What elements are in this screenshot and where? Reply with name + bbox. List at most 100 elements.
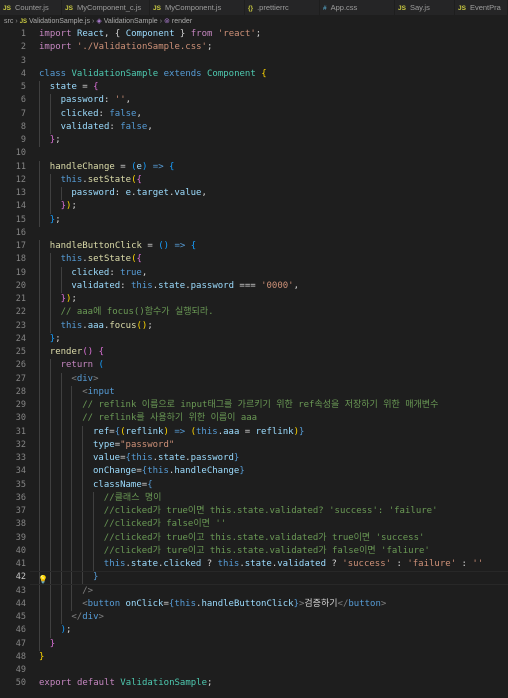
code-token: validated — [71, 280, 121, 291]
line-number: 7 — [20, 108, 26, 119]
code-line[interactable]: 20 validated: this.state.password === '00… — [0, 279, 508, 293]
breadcrumb-class[interactable]: ValidationSample — [104, 18, 158, 25]
indent-guide — [39, 465, 40, 479]
code-token: aaa — [87, 320, 104, 331]
code-line[interactable]: 12 this.setState({ — [0, 173, 508, 187]
indent-guide — [49, 518, 51, 532]
code-line[interactable]: 19 clicked: true, — [0, 266, 508, 280]
indent-guide — [39, 624, 40, 638]
code-text: render() { — [50, 346, 104, 359]
code-line[interactable]: 31 ref={(reflink) => (this.aaa = reflink)… — [0, 425, 508, 439]
code-line[interactable]: 36 //클래스 명이 — [0, 491, 508, 505]
indent-guide — [39, 279, 40, 293]
code-line[interactable]: 39 //clicked가 true이고 this.state.validated… — [0, 531, 508, 545]
tab-prettierrc[interactable]: {} .prettierrc — [245, 0, 320, 15]
code-line[interactable]: 44 <button onClick={this.handleButtonClic… — [0, 597, 508, 611]
code-line[interactable]: 10 — [0, 147, 508, 160]
code-token: handleChange — [49, 161, 115, 172]
code-token: from — [190, 29, 218, 39]
code-token: className — [93, 479, 142, 490]
code-line[interactable]: 8 validated: false, — [0, 120, 508, 134]
code-token: false — [109, 108, 137, 119]
code-line[interactable]: 7 clicked: false, — [0, 107, 508, 121]
code-line[interactable]: 37 //clicked가 true이면 this.state.validated… — [0, 505, 508, 519]
code-line[interactable]: 16 — [0, 227, 508, 240]
code-line[interactable]: 46); — [0, 624, 508, 638]
code-text: import React, { Component } from 'react'… — [39, 28, 261, 41]
js-file-icon: JS — [3, 5, 11, 12]
code-token: ; — [55, 135, 61, 145]
tab-mycomponent-c-js[interactable]: JS MyComponent_c.js — [62, 0, 150, 15]
tab-counter-js[interactable]: JS Counter.js — [0, 0, 62, 15]
code-token: this — [60, 254, 83, 265]
tab-eventpra[interactable]: JS EventPra — [455, 0, 508, 15]
code-token: : — [114, 188, 126, 198]
tab-app-css[interactable]: # App.css — [320, 0, 395, 15]
code-line[interactable]: 48} — [0, 651, 508, 664]
code-line[interactable]: 30 // reflink를 사용하기 위한 이름이 aaa — [0, 412, 508, 426]
code-line[interactable]: 1 import React, { Component } from 'react… — [0, 28, 508, 41]
indent-guide — [39, 213, 40, 227]
code-line[interactable]: 3 — [0, 55, 508, 68]
code-token: handleChange — [174, 466, 240, 477]
code-line[interactable]: 34 onChange={this.handleChange} — [0, 465, 508, 479]
code-line[interactable]: 42 💡} — [0, 571, 508, 585]
code-editor[interactable]: 1 import React, { Component } from 'react… — [0, 28, 508, 691]
code-token: 'react' — [217, 29, 256, 39]
code-line[interactable]: 29 // reflink 이름으로 input태그를 가르키기 위한 ref속성… — [0, 399, 508, 413]
code-line[interactable]: 11 handleChange = (e) => { — [0, 160, 508, 174]
code-line[interactable]: 38 //clicked가 false이면 '' — [0, 518, 508, 532]
indent-guide — [49, 279, 51, 293]
chevron-right-icon: › — [15, 18, 18, 25]
code-line[interactable]: 23 this.aaa.focus(); — [0, 319, 508, 333]
code-token: password — [71, 188, 115, 198]
breadcrumb-folder[interactable]: src — [4, 18, 13, 25]
code-line[interactable]: 25 render() { — [0, 346, 508, 360]
code-line[interactable]: 18 this.setState({ — [0, 253, 508, 267]
code-text: validated: false, — [61, 121, 153, 134]
code-line[interactable]: 24}; — [0, 332, 508, 346]
line-number: 39 — [15, 532, 26, 543]
code-line[interactable]: 5 state = { — [0, 81, 508, 95]
code-line[interactable]: 27 <div> — [0, 372, 508, 386]
code-token: //clicked가 ture이고 this.state.validated가 … — [103, 545, 430, 556]
code-line[interactable]: 2 import './ValidationSample.css'; — [0, 41, 508, 54]
code-line[interactable]: 50 export default ValidationSample; — [0, 677, 508, 690]
line-number: 28 — [15, 386, 26, 397]
indent-guide — [93, 491, 94, 505]
code-token: { — [261, 68, 267, 79]
code-line[interactable]: 41 this.state.clicked ? this.state.valida… — [0, 558, 508, 572]
indent-guide — [39, 200, 40, 214]
code-line[interactable]: 32 type="password" — [0, 438, 508, 452]
code-line[interactable]: 9}; — [0, 134, 508, 148]
tab-say-js[interactable]: JS Say.js — [395, 0, 455, 15]
indent-guide — [60, 465, 62, 479]
code-line[interactable]: 28 <input — [0, 385, 508, 399]
code-line[interactable]: 17 handleButtonClick = () => { — [0, 240, 508, 254]
indent-guide — [39, 160, 40, 174]
indent-guide — [39, 385, 40, 399]
code-line[interactable]: 40 //clicked가 ture이고 this.state.validated… — [0, 544, 508, 558]
line-number: 24 — [15, 333, 26, 344]
indent-guide — [60, 505, 62, 519]
code-line[interactable]: 33 value={this.state.password} — [0, 452, 508, 466]
breadcrumb-file[interactable]: ValidationSample.js — [29, 18, 90, 25]
code-line[interactable]: 35 className={ — [0, 478, 508, 492]
code-line[interactable]: 43 /> — [0, 584, 508, 598]
tab-mycomponent-js[interactable]: JS MyComponent.js — [150, 0, 245, 15]
code-line[interactable]: 47} — [0, 637, 508, 651]
code-line[interactable]: 15}; — [0, 213, 508, 227]
code-line[interactable]: 45 </div> — [0, 611, 508, 625]
code-line[interactable]: 21}); — [0, 293, 508, 307]
code-line[interactable]: 26 return ( — [0, 359, 508, 373]
code-line[interactable]: 4 class ValidationSample extends Componen… — [0, 68, 508, 81]
code-line[interactable]: 22 // aaa에 focus()함수가 실행되라. — [0, 306, 508, 320]
indent-guide — [82, 505, 84, 519]
indent-guide — [49, 372, 51, 386]
code-line[interactable]: 49 — [0, 664, 508, 677]
code-line[interactable]: 14}); — [0, 200, 508, 214]
code-token: => — [174, 426, 186, 437]
code-line[interactable]: 13 password: e.target.value, — [0, 187, 508, 201]
code-line[interactable]: 6 password: '', — [0, 94, 508, 108]
breadcrumb-method[interactable]: render — [172, 18, 192, 25]
